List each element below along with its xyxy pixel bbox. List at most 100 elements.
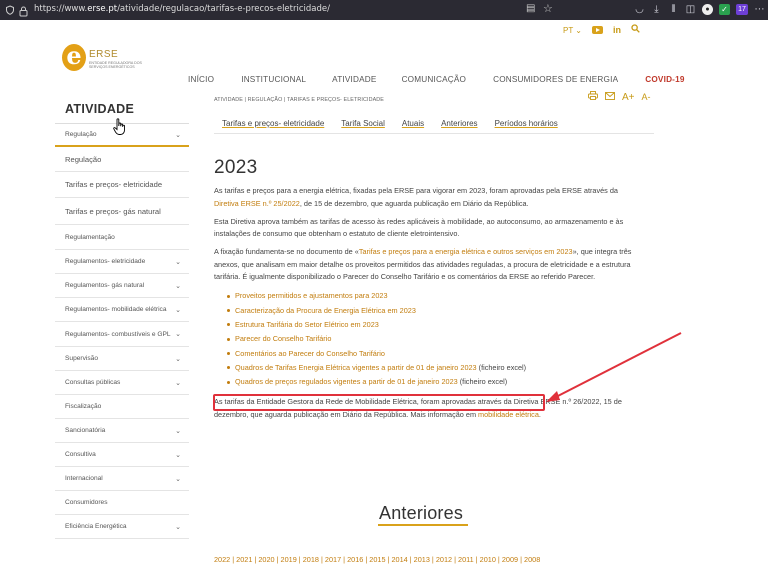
font-decrease-button[interactable]: A- <box>642 92 651 102</box>
sidebar-item[interactable]: Consumidores <box>55 491 189 515</box>
menu-icon[interactable]: ⋯ <box>751 2 768 18</box>
account-icon[interactable]: ● <box>702 4 713 15</box>
shield-icon[interactable] <box>5 5 15 15</box>
chevron-down-icon[interactable]: ⌄ <box>175 379 181 387</box>
chevron-down-icon: ⌄ <box>575 25 582 35</box>
document-link[interactable]: Quadros de preços regulados vigentes a p… <box>235 377 458 386</box>
sidebar-item-label: Regulamentos- gás natural <box>65 282 145 289</box>
chevron-down-icon[interactable]: ⌄ <box>175 258 181 266</box>
url-host: erse.pt <box>87 4 118 14</box>
nav-comunicacao[interactable]: COMUNICAÇÃO <box>402 75 467 84</box>
chevron-down-icon[interactable]: ⌄ <box>175 306 181 314</box>
document-link[interactable]: Comentários ao Parecer do Conselho Tarif… <box>235 349 385 358</box>
sidebar-item[interactable]: Regulamentos- gás natural ⌄ <box>55 274 189 298</box>
sidebar-item[interactable]: Regulamentos- mobilidade elétrica ⌄ <box>55 298 189 322</box>
document-link[interactable]: Proveitos permitidos e ajustamentos para… <box>235 291 388 300</box>
sidebar-item[interactable]: Sancionatória ⌄ <box>55 419 189 443</box>
paragraph-text: . <box>538 409 541 419</box>
search-icon[interactable] <box>631 24 640 36</box>
tab-tarifas-eletricidade[interactable]: Tarifas e preços- eletricidade <box>222 119 324 128</box>
tab-periodos-horarios[interactable]: Períodos horários <box>495 119 558 128</box>
chevron-down-icon[interactable]: ⌄ <box>175 282 181 290</box>
sidebar-title: ATIVIDADE <box>65 102 135 116</box>
nav-atividade[interactable]: ATIVIDADE <box>332 75 376 84</box>
library-icon[interactable]: ⫴ <box>665 2 682 18</box>
nav-inicio[interactable]: INÍCIO <box>188 75 214 84</box>
sidebar-item-label: Regulamentos- combustíveis e GPL <box>65 330 171 338</box>
sidebar-item-label: Regulação <box>65 131 97 138</box>
years-links[interactable]: 2022 | 2021 | 2020 | 2019 | 2018 | 2017 … <box>214 555 540 564</box>
tab-tarifa-social[interactable]: Tarifa Social <box>341 119 385 128</box>
paragraph-fixacao: A fixação fundamenta-se no documento de … <box>214 246 634 283</box>
url-prefix: https://www. <box>34 4 88 14</box>
utility-bar: PT ⌄ in <box>563 24 640 36</box>
sidebar: ATIVIDADE Regulação ⌄ Regulação Tarifas e p… <box>55 92 189 539</box>
list-item: Proveitos permitidos e ajustamentos para… <box>227 289 634 303</box>
sub-tabs: Tarifas e preços- eletricidade Tarifa So… <box>214 119 654 134</box>
sidebar-item[interactable]: Regulamentação <box>55 225 189 250</box>
subtabs-divider <box>214 133 654 134</box>
reader-view-icon[interactable]: ▤ <box>526 3 535 14</box>
diretiva-25-link[interactable]: Diretiva ERSE n.º 25/2022 <box>214 199 300 208</box>
chevron-down-icon[interactable]: ⌄ <box>175 451 181 459</box>
highlight-box <box>213 394 545 411</box>
sidebar-item-label: Regulamentos- mobilidade elétrica <box>65 306 167 313</box>
chevron-down-icon[interactable]: ⌄ <box>175 427 181 435</box>
sidebar-item[interactable]: Tarifas e preços- eletricidade <box>55 172 189 198</box>
email-icon[interactable] <box>605 91 615 103</box>
chevron-down-icon[interactable]: ⌄ <box>175 355 181 363</box>
sidebar-list: Regulação ⌄ Regulação Tarifas e preços- ele… <box>55 124 189 539</box>
sidebar-item[interactable]: Regulamentos- combustíveis e GPL ⌄ <box>55 322 189 347</box>
sidebar-item-label: Regulamentação <box>65 233 115 241</box>
lock-icon[interactable] <box>19 4 28 22</box>
sidebar-item[interactable]: Fiscalização <box>55 395 189 419</box>
sidebar-icon[interactable]: ◫ <box>682 2 699 18</box>
erse-logo[interactable]: e ERSE ENTIDADE REGULADORA DOS SERVIÇOS … <box>62 44 159 71</box>
file-type-note: (ficheiro excel) <box>476 362 527 372</box>
document-link[interactable]: Caracterização da Procura de Energia Elé… <box>235 306 416 315</box>
chevron-down-icon[interactable]: ⌄ <box>175 131 181 139</box>
document-link[interactable]: Parecer do Conselho Tarifário <box>235 334 331 343</box>
sidebar-item[interactable]: Internacional ⌄ <box>55 467 189 491</box>
sidebar-item[interactable]: Tarifas e preços- gás natural <box>55 198 189 225</box>
tab-atuais[interactable]: Atuais <box>402 119 424 128</box>
sidebar-item-label: Sancionatória <box>65 427 106 434</box>
tarifas-documento-link[interactable]: Tarifas e preços para a energia elétrica… <box>359 247 573 256</box>
chevron-down-icon[interactable]: ⌄ <box>175 523 181 531</box>
paragraph-intro: As tarifas e preços para a energia elétr… <box>214 185 634 210</box>
sidebar-item[interactable]: Consultiva ⌄ <box>55 443 189 467</box>
document-link[interactable]: Estrutura Tarifária do Setor Elétrico em… <box>235 320 379 329</box>
logo-mark: e <box>62 44 86 71</box>
extension-check-icon[interactable]: ✓ <box>719 4 730 15</box>
extension-badge-icon[interactable]: 17 <box>736 4 748 15</box>
linkedin-icon[interactable]: in <box>613 25 621 35</box>
font-increase-button[interactable]: A+ <box>622 92 635 103</box>
sidebar-item-label: Supervisão <box>65 355 98 362</box>
print-icon[interactable] <box>588 91 598 103</box>
nav-consumidores[interactable]: CONSUMIDORES DE ENERGIA <box>493 75 618 84</box>
chevron-down-icon[interactable]: ⌄ <box>175 330 181 338</box>
document-link[interactable]: Quadros de Tarifas Energia Elétrica vige… <box>235 363 477 372</box>
annotation-arrow-icon <box>546 332 682 402</box>
chevron-down-icon[interactable]: ⌄ <box>175 475 181 483</box>
sidebar-item[interactable]: Supervisão ⌄ <box>55 347 189 371</box>
nav-covid[interactable]: COVID-19 <box>645 75 684 84</box>
sidebar-item[interactable]: Eficiência Energética ⌄ <box>55 515 189 539</box>
address-bar[interactable]: https://www.erse.pt/atividade/regulacao/… <box>34 4 330 14</box>
pocket-icon[interactable]: ◡ <box>631 2 648 18</box>
browser-toolbar: https://www.erse.pt/atividade/regulacao/… <box>0 0 768 20</box>
sidebar-item[interactable]: Regulação <box>55 147 189 172</box>
sidebar-item-label: Consultiva <box>65 451 96 458</box>
sidebar-item[interactable]: Regulamentos- eletricidade ⌄ <box>55 250 189 274</box>
tab-anteriores[interactable]: Anteriores <box>441 119 477 128</box>
hand-cursor-icon <box>113 118 127 136</box>
nav-institucional[interactable]: INSTITUCIONAL <box>241 75 306 84</box>
sidebar-item[interactable]: Consultas públicas ⌄ <box>55 371 189 395</box>
logo-name: ERSE <box>89 49 119 60</box>
sidebar-item-label: Eficiência Energética <box>65 523 127 530</box>
youtube-icon[interactable] <box>592 26 603 34</box>
mobilidade-eletrica-link[interactable]: mobilidade elétrica <box>478 410 539 419</box>
download-icon[interactable]: ⤓ <box>648 2 665 18</box>
language-selector[interactable]: PT ⌄ <box>563 26 582 35</box>
bookmark-star-icon[interactable]: ☆ <box>543 2 553 15</box>
